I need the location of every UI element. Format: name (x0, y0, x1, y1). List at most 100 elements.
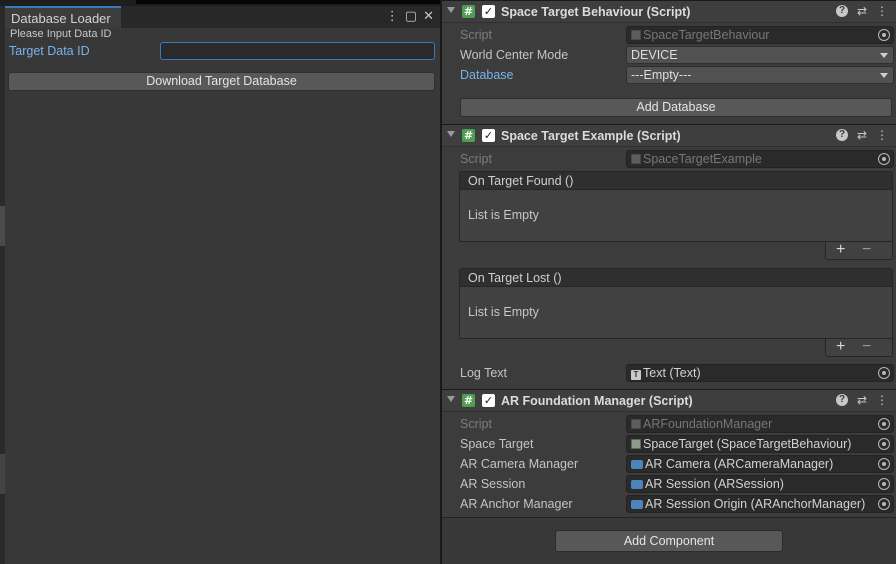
ar-anchor-manager-field[interactable]: AR Session Origin (ARAnchorManager) (626, 495, 894, 513)
remove-listener-button[interactable]: − (862, 241, 871, 259)
database-loader-window: Database Loader ⋮ ▢ ✕ Please Input Data … (0, 0, 440, 564)
component-header[interactable]: # ✓ Space Target Example (Script) ? ⇄ ⋮ (442, 124, 896, 147)
remove-listener-button[interactable]: − (862, 338, 871, 356)
log-text-field[interactable]: T Text (Text) (626, 364, 894, 382)
fold-arrow-icon[interactable] (447, 7, 455, 13)
script-file-icon (631, 30, 641, 40)
object-picker-icon[interactable] (878, 367, 890, 379)
event-header: On Target Lost () (459, 268, 893, 287)
tab-database-loader[interactable]: Database Loader (5, 6, 121, 28)
inspector-panel: # ✓ Space Target Behaviour (Script) ? ⇄ … (442, 0, 896, 564)
add-listener-button[interactable]: + (836, 338, 845, 356)
space-target-behaviour-component: # ✓ Space Target Behaviour (Script) ? ⇄ … (442, 0, 896, 124)
ar-camera-manager-field[interactable]: AR Camera (ARCameraManager) (626, 455, 894, 473)
add-listener-button[interactable]: + (836, 241, 845, 259)
context-menu-icon[interactable]: ⋮ (876, 4, 888, 19)
input-hint-text: Please Input Data ID (10, 28, 112, 40)
help-icon[interactable]: ? (836, 129, 848, 141)
database-dropdown[interactable]: ---Empty--- (626, 66, 894, 84)
list-empty-text: List is Empty (468, 208, 539, 222)
object-picker-icon[interactable] (878, 478, 890, 490)
object-picker-icon[interactable] (878, 458, 890, 470)
enabled-checkbox[interactable]: ✓ (482, 5, 495, 18)
presets-icon[interactable]: ⇄ (856, 128, 868, 143)
component-header[interactable]: # ✓ AR Foundation Manager (Script) ? ⇄ ⋮ (442, 389, 896, 412)
component-header-icons: ? ⇄ ⋮ (836, 128, 888, 143)
event-footer: + − (825, 338, 893, 357)
space-target-example-component: # ✓ Space Target Example (Script) ? ⇄ ⋮ … (442, 124, 896, 389)
help-icon[interactable]: ? (836, 5, 848, 17)
script-field: ARFoundationManager (626, 415, 894, 433)
script-value: SpaceTargetExample (643, 152, 762, 166)
dropdown-arrow-icon (880, 53, 888, 58)
add-component-button[interactable]: Add Component (555, 530, 783, 552)
component-header-icons: ? ⇄ ⋮ (836, 4, 888, 19)
object-picker-icon[interactable] (878, 438, 890, 450)
database-label: Database (460, 68, 514, 82)
script-label: Script (460, 152, 492, 166)
event-list: List is Empty (459, 190, 893, 242)
add-database-button[interactable]: Add Database (460, 98, 892, 117)
target-data-id-input[interactable] (160, 42, 435, 60)
add-component-area: Add Component (442, 517, 896, 564)
database-value: ---Empty--- (631, 68, 692, 82)
ar-component-icon (631, 500, 643, 509)
database-row: Database ---Empty--- (460, 66, 894, 84)
script-file-icon (631, 154, 641, 164)
log-text-value: Text (Text) (643, 366, 701, 380)
script-value: ARFoundationManager (643, 417, 773, 431)
enabled-checkbox[interactable]: ✓ (482, 129, 495, 142)
script-value: SpaceTargetBehaviour (643, 28, 770, 42)
script-field: SpaceTargetBehaviour (626, 26, 894, 44)
world-center-mode-row: World Center Mode DEVICE (460, 46, 894, 64)
event-list: List is Empty (459, 287, 893, 339)
ar-camera-manager-row: AR Camera Manager AR Camera (ARCameraMan… (460, 455, 894, 473)
space-target-label: Space Target (460, 437, 534, 451)
component-header-icons: ? ⇄ ⋮ (836, 393, 888, 408)
window-body: Please Input Data ID Target Data ID Down… (5, 28, 440, 564)
presets-icon[interactable]: ⇄ (856, 4, 868, 19)
script-icon: # (462, 394, 475, 407)
more-options-icon[interactable]: ⋮ (386, 9, 399, 23)
component-title: Space Target Behaviour (Script) (501, 5, 691, 19)
fold-arrow-icon[interactable] (447, 396, 455, 402)
enabled-checkbox[interactable]: ✓ (482, 394, 495, 407)
context-menu-icon[interactable]: ⋮ (876, 128, 888, 143)
dropdown-arrow-icon (880, 73, 888, 78)
script-icon: # (462, 5, 475, 18)
object-picker-icon[interactable] (878, 153, 890, 165)
presets-icon[interactable]: ⇄ (856, 393, 868, 408)
object-picker-icon[interactable] (878, 29, 890, 41)
help-icon[interactable]: ? (836, 394, 848, 406)
component-header[interactable]: # ✓ Space Target Behaviour (Script) ? ⇄ … (442, 0, 896, 23)
text-component-icon: T (631, 370, 641, 380)
ar-anchor-manager-row: AR Anchor Manager AR Session Origin (ARA… (460, 495, 894, 513)
script-field: SpaceTargetExample (626, 150, 894, 168)
space-target-row: Space Target SpaceTarget (SpaceTargetBeh… (460, 435, 894, 453)
log-text-label: Log Text (460, 366, 508, 380)
log-text-row: Log Text T Text (Text) (460, 364, 894, 382)
ar-session-row: AR Session AR Session (ARSession) (460, 475, 894, 493)
maximize-icon[interactable]: ▢ (405, 9, 417, 23)
ar-session-value: AR Session (ARSession) (645, 477, 784, 491)
space-target-value: SpaceTarget (SpaceTargetBehaviour) (643, 437, 852, 451)
target-data-id-label: Target Data ID (9, 44, 90, 58)
script-label: Script (460, 28, 492, 42)
ar-foundation-manager-component: # ✓ AR Foundation Manager (Script) ? ⇄ ⋮… (442, 389, 896, 517)
ar-component-icon (631, 460, 643, 469)
event-header: On Target Found () (459, 171, 893, 190)
component-title: Space Target Example (Script) (501, 129, 681, 143)
ar-camera-manager-label: AR Camera Manager (460, 457, 579, 471)
ar-session-field[interactable]: AR Session (ARSession) (626, 475, 894, 493)
object-picker-icon[interactable] (878, 498, 890, 510)
space-target-field[interactable]: SpaceTarget (SpaceTargetBehaviour) (626, 435, 894, 453)
context-menu-icon[interactable]: ⋮ (876, 393, 888, 408)
world-center-mode-dropdown[interactable]: DEVICE (626, 46, 894, 64)
download-target-database-button[interactable]: Download Target Database (8, 72, 435, 91)
world-center-mode-value: DEVICE (631, 48, 678, 62)
world-center-mode-label: World Center Mode (460, 48, 569, 62)
close-icon[interactable]: ✕ (423, 9, 434, 23)
fold-arrow-icon[interactable] (447, 131, 455, 137)
object-picker-icon[interactable] (878, 418, 890, 430)
script-file-icon (631, 419, 641, 429)
